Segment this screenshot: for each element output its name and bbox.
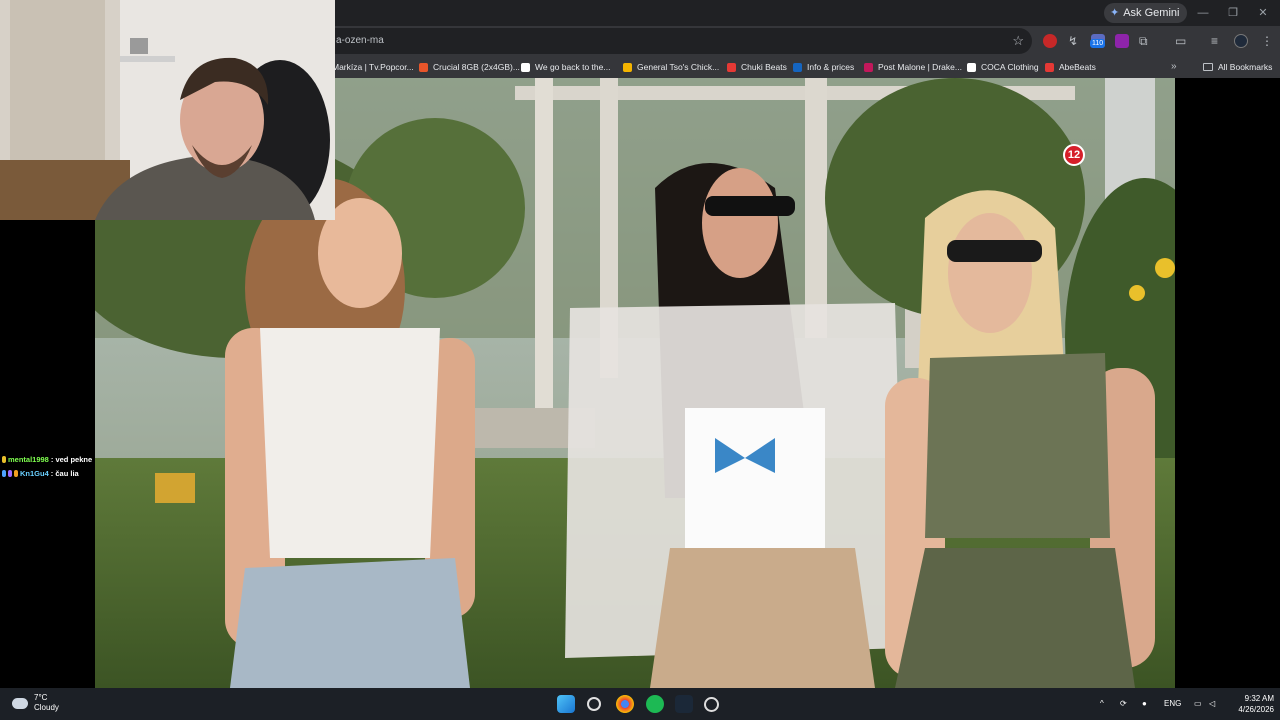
menu-kebab-icon[interactable]: ⋮ [1261, 32, 1273, 50]
bookmark-item[interactable]: General Tso's Chick... [623, 56, 719, 78]
weather-desc: Cloudy [34, 703, 59, 712]
bookmark-item[interactable]: Info & prices [793, 56, 854, 78]
spotify-icon[interactable] [646, 695, 664, 713]
webcam-overlay [0, 0, 335, 220]
bookmark-star-icon[interactable]: ☆ [1012, 28, 1024, 54]
chat-username: mental1998 [8, 454, 49, 464]
url-text: a-ozen-ma [336, 35, 384, 46]
language-indicator[interactable]: ENG [1164, 688, 1181, 720]
weather-temp: 7°C [34, 693, 48, 702]
bookmark-favicon [1045, 62, 1054, 72]
channel-logo: 12 [1063, 144, 1085, 166]
minimize-icon[interactable]: — [1192, 4, 1214, 22]
restore-icon[interactable]: ❐ [1222, 4, 1244, 22]
bookmark-item[interactable]: AbeBeats [1045, 56, 1096, 78]
close-icon[interactable]: ✕ [1252, 4, 1274, 22]
bookmark-item[interactable]: Chuki Beats [727, 56, 787, 78]
reading-list-icon[interactable]: ≡ [1211, 32, 1218, 50]
cast-icon[interactable]: ▭ [1175, 32, 1186, 50]
webcam-feed [0, 0, 335, 220]
bookmark-favicon [623, 62, 632, 72]
bookmark-item[interactable]: We go back to the... [521, 56, 610, 78]
app-icon[interactable] [704, 697, 719, 712]
volume-icon[interactable]: ◁ [1209, 688, 1215, 720]
extension-badge: 110 [1090, 39, 1106, 48]
bookmark-item[interactable]: COCA Clothing [967, 56, 1039, 78]
bookmark-item[interactable]: Crucial 8GB (2x4GB)... [419, 56, 520, 78]
chat-badge-icon [2, 469, 6, 477]
bookmark-favicon [967, 62, 976, 72]
ask-gemini-label: Ask Gemini [1123, 7, 1180, 19]
bookmark-item[interactable]: Markíza | Tv.Popcor... [332, 56, 414, 78]
cloud-icon [12, 697, 28, 709]
chat-text: : čau lia [50, 468, 79, 478]
chat-message: mental1998 : ved pekne [2, 452, 97, 466]
bookmark-favicon [793, 62, 802, 72]
all-bookmarks-button[interactable]: All Bookmarks [1203, 56, 1272, 78]
clock[interactable]: 9:32 AM 4/26/2026 [1224, 693, 1274, 715]
sync-icon[interactable]: ⟳ [1120, 688, 1127, 720]
bookmark-favicon [864, 62, 873, 72]
extension-arrow-icon[interactable]: ↯ [1068, 32, 1078, 50]
chat-username: Kn1Gu4 [20, 468, 49, 478]
microphone-icon[interactable]: ● [1142, 688, 1147, 720]
address-bar[interactable]: a-ozen-ma ☆ [320, 28, 1032, 54]
weather-widget[interactable]: 7°C Cloudy [12, 693, 59, 713]
chat-text: : ved pekne [50, 454, 93, 464]
steam-icon[interactable] [675, 695, 693, 713]
bookmarks-overflow-icon[interactable]: » [1171, 56, 1177, 78]
chrome-icon[interactable] [616, 695, 634, 713]
extensions-puzzle-icon[interactable]: ⧉ [1139, 32, 1148, 50]
chat-badge-icon [14, 469, 18, 477]
bookmark-item[interactable]: Post Malone | Drake... [864, 56, 962, 78]
chat-badge-icon [2, 455, 6, 463]
profile-avatar[interactable] [1234, 34, 1248, 48]
clock-date: 4/26/2026 [1238, 705, 1274, 714]
chat-overlay: mental1998 : ved pekne Kn1Gu4 : čau lia [2, 452, 97, 480]
bookmark-favicon [727, 62, 736, 72]
chat-message: Kn1Gu4 : čau lia [2, 466, 97, 480]
search-icon[interactable] [587, 697, 601, 711]
windows-start-icon[interactable] [557, 695, 575, 713]
google-icon [521, 62, 530, 72]
display-icon[interactable]: ▭ [1194, 688, 1202, 720]
screen: ✦ Ask Gemini — ❐ ✕ a-ozen-ma ☆ ↯ 110 ⧉ ▭… [0, 0, 1280, 720]
tray-overflow-icon[interactable]: ^ [1100, 688, 1104, 720]
clock-time: 9:32 AM [1244, 694, 1274, 703]
taskbar: 7°C Cloudy ^ ⟳ ● ENG ▭ ◁ 9:32 AM 4/26/20… [0, 688, 1280, 720]
bookmark-favicon [419, 62, 428, 72]
chat-badge-icon [8, 469, 12, 477]
ask-gemini-button[interactable]: ✦ Ask Gemini [1104, 3, 1188, 23]
folder-icon [1203, 63, 1213, 71]
extension-twitch-icon[interactable] [1115, 34, 1129, 48]
gemini-icon: ✦ [1110, 7, 1120, 19]
extension-red-icon[interactable] [1043, 34, 1057, 48]
